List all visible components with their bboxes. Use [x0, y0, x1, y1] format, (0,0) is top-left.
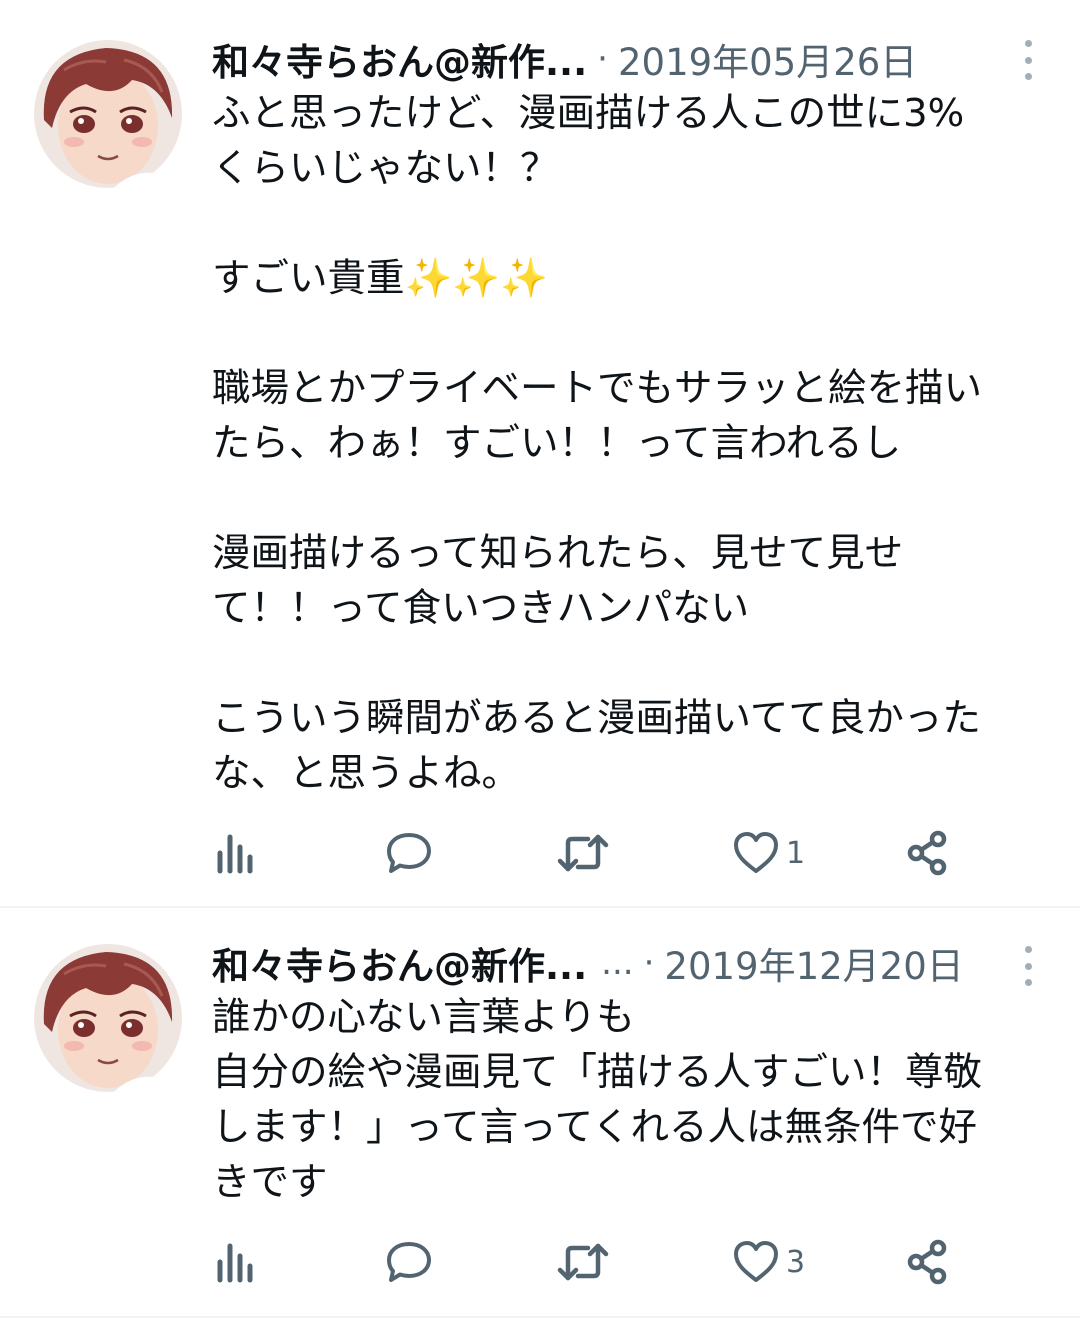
analytics-button[interactable]: [212, 1232, 260, 1292]
separator-dot: ·: [597, 39, 608, 79]
tweet-header: 和々寺らおん@新作... ... · 2019年12月20日: [212, 938, 1040, 988]
retweet-button[interactable]: [556, 823, 610, 883]
analytics-icon: [217, 834, 253, 874]
retweet-icon: [557, 1243, 609, 1281]
reply-button[interactable]: [384, 1232, 434, 1292]
share-icon: [907, 1239, 947, 1285]
avatar[interactable]: [34, 40, 182, 188]
author-name[interactable]: 和々寺らおん@新作...: [212, 936, 587, 990]
retweet-icon: [557, 834, 609, 872]
analytics-icon: [217, 1243, 253, 1283]
like-count: 1: [786, 835, 806, 871]
like-button[interactable]: 1: [732, 823, 805, 883]
avatar[interactable]: [34, 944, 182, 1092]
like-button[interactable]: 3: [732, 1232, 805, 1292]
tweet-text: ふと思ったけど、漫画描ける人この世に3% くらいじゃない！？ すごい貴重✨✨✨ …: [212, 91, 983, 796]
author-name[interactable]: 和々寺らおん@新作...: [212, 32, 587, 86]
tweet-actions: 3: [212, 1232, 972, 1292]
tweet[interactable]: 和々寺らおん@新作... ... · 2019年12月20日 誰かの心ない言葉よ…: [0, 908, 1080, 1318]
reply-button[interactable]: [384, 823, 434, 883]
more-options-icon[interactable]: [1018, 946, 1038, 986]
tweet[interactable]: 和々寺らおん@新作... · 2019年05月26日 ふと思ったけど、漫画描ける…: [0, 0, 1080, 908]
tweet-date[interactable]: 2019年12月20日: [664, 936, 963, 990]
tweet-header: 和々寺らおん@新作... · 2019年05月26日: [212, 34, 1040, 84]
name-overflow: ...: [601, 943, 634, 983]
like-icon: [734, 832, 778, 873]
tweet-actions: 1: [212, 823, 972, 883]
retweet-button[interactable]: [556, 1232, 610, 1292]
analytics-button[interactable]: [212, 823, 260, 883]
tweet-date[interactable]: 2019年05月26日: [618, 32, 917, 86]
like-count: 3: [786, 1244, 806, 1280]
share-icon: [907, 830, 947, 876]
like-icon: [734, 1241, 778, 1282]
reply-icon: [387, 1242, 431, 1282]
reply-icon: [387, 833, 431, 873]
share-button[interactable]: [906, 823, 950, 883]
separator-dot: ·: [643, 943, 655, 983]
more-options-icon[interactable]: [1018, 40, 1038, 80]
tweet-text: 誰かの心ない言葉よりも 自分の絵や漫画見て「描ける人すごい！尊敬 します！」って…: [212, 995, 983, 1205]
share-button[interactable]: [906, 1232, 950, 1292]
